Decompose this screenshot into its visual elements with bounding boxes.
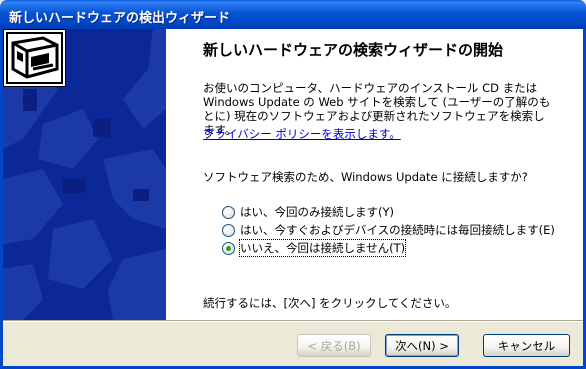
option-yes-always-label: はい、今すぐおよびデバイスの接続時には毎回接続します(E) xyxy=(240,223,555,237)
option-no[interactable]: いいえ、今回は接続しません(T) xyxy=(222,239,407,257)
option-yes-once[interactable]: はい、今回のみ接続します(Y) xyxy=(222,204,394,220)
window-title: 新しいハードウェアの検出ウィザード xyxy=(9,11,231,26)
privacy-policy-link[interactable]: プライバシー ポリシーを表示します。 xyxy=(203,126,401,142)
wizard-side-panel xyxy=(3,29,166,320)
question-text: ソフトウェア検索のため、Windows Update に接続しますか? xyxy=(203,170,528,184)
hardware-wizard-icon xyxy=(3,29,66,87)
continue-instruction: 続行するには、[次へ] をクリックしてください。 xyxy=(203,296,457,310)
page-title: 新しいハードウェアの検索ウィザードの開始 xyxy=(203,41,504,59)
button-divider xyxy=(3,320,583,322)
next-button[interactable]: 次へ(N) > xyxy=(385,334,459,357)
radio-yes-always[interactable] xyxy=(222,223,235,237)
option-yes-always[interactable]: はい、今すぐおよびデバイスの接続時には毎回接続します(E) xyxy=(222,222,555,238)
option-no-label: いいえ、今回は接続しません(T) xyxy=(238,239,407,257)
option-yes-once-label: はい、今回のみ接続します(Y) xyxy=(240,205,394,219)
radio-yes-once[interactable] xyxy=(222,205,235,219)
title-bar[interactable]: 新しいハードウェアの検出ウィザード xyxy=(0,0,586,29)
wizard-window: 新しいハードウェアの検出ウィザード 新しいハードウェアの検索ウィザードの開始 お… xyxy=(0,0,586,369)
radio-no[interactable] xyxy=(222,241,235,255)
wizard-content: 新しいハードウェアの検索ウィザードの開始 お使いのコンピュータ、ハードウェアのイ… xyxy=(166,29,583,320)
back-button[interactable]: < 戻る(B) xyxy=(297,334,371,357)
cancel-button[interactable]: キャンセル xyxy=(483,334,570,357)
